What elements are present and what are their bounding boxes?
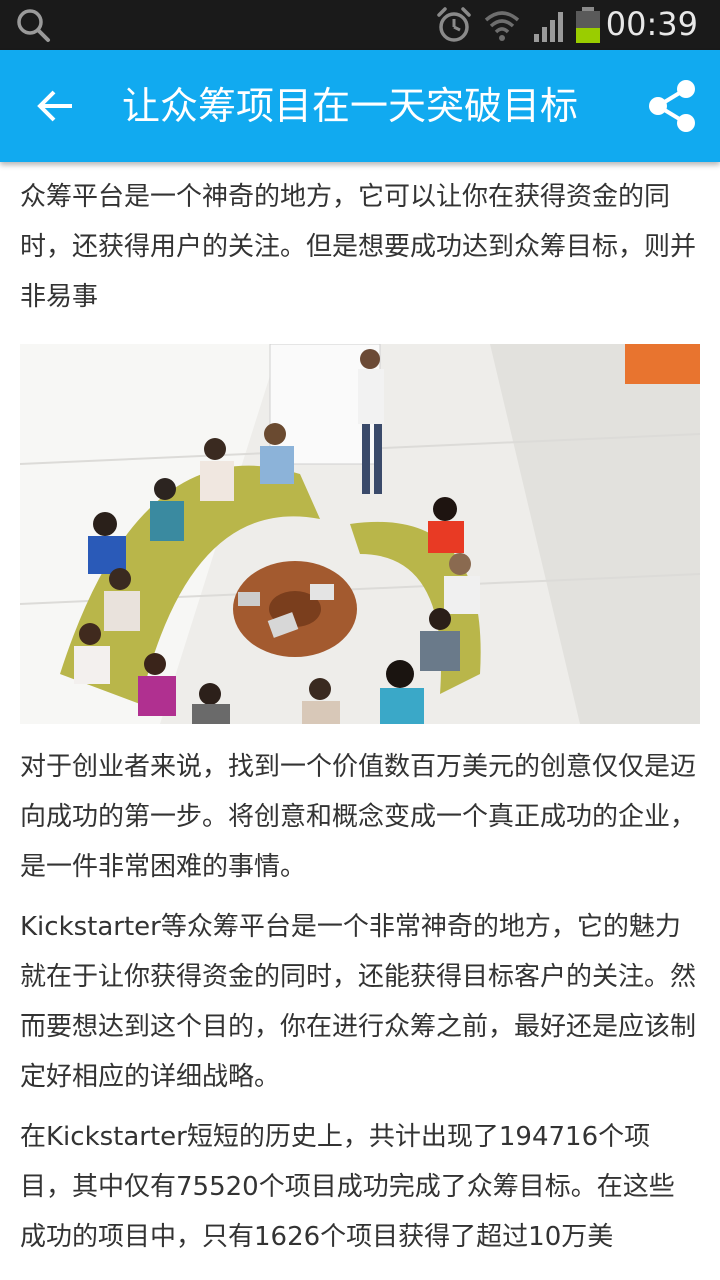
article-paragraph: Kickstarter等众筹平台是一个非常神奇的地方，它的魅力就在于让你获得资金… — [20, 912, 697, 1092]
status-bar: 00:39 — [0, 0, 720, 50]
signal-icon — [534, 12, 563, 42]
search-icon — [17, 9, 50, 42]
meeting-photo — [20, 344, 700, 724]
page-title: 让众筹项目在一天突破目标 — [122, 84, 579, 128]
wifi-icon — [484, 11, 520, 41]
article-content: 众筹平台是一个神奇的地方，它可以让你在获得资金的同时，还获得用户的关注。但是想要… — [20, 162, 700, 1262]
alarm-icon — [437, 7, 471, 42]
article-paragraph: 对于创业者来说，找到一个价值数百万美元的创意仅仅是迈向成功的第一步。将创意和概念… — [20, 752, 697, 882]
article-paragraph: 在Kickstarter短短的历史上，共计出现了194716个项目，其中仅有75… — [20, 1122, 675, 1252]
app-bar: 让众筹项目在一天突破目标 — [0, 50, 720, 162]
battery-icon — [576, 7, 600, 43]
arrow-left-icon[interactable] — [36, 86, 76, 126]
article-intro: 众筹平台是一个神奇的地方，它可以让你在获得资金的同时，还获得用户的关注。但是想要… — [20, 182, 697, 312]
share-icon[interactable] — [646, 78, 698, 134]
status-time: 00:39 — [605, 5, 698, 43]
